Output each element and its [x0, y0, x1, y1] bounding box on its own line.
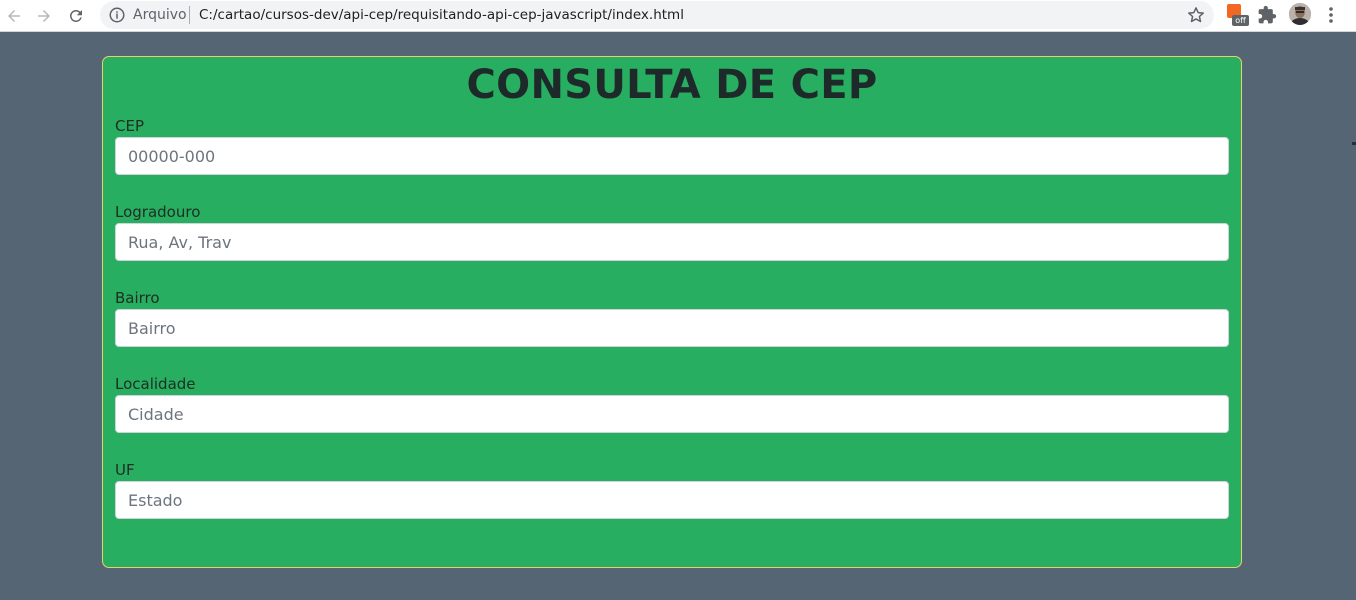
extension-badge: off: [1232, 15, 1249, 26]
info-icon[interactable]: [108, 6, 126, 24]
reload-icon: [69, 9, 82, 22]
star-icon[interactable]: [1186, 5, 1206, 25]
extension-icon[interactable]: off: [1227, 4, 1249, 26]
uf-input[interactable]: [115, 481, 1229, 519]
forward-icon: [38, 10, 50, 22]
forward-button[interactable]: [31, 3, 57, 29]
address-bar[interactable]: Arquivo C:/cartao/cursos-dev/api-cep/req…: [100, 1, 1214, 29]
back-icon: [8, 10, 20, 22]
avatar-image: [1289, 3, 1311, 25]
bairro-label: Bairro: [115, 289, 160, 307]
menu-icon[interactable]: [1322, 5, 1340, 25]
cep-label: CEP: [115, 117, 144, 135]
back-button[interactable]: [1, 3, 27, 29]
localidade-label: Localidade: [115, 375, 196, 393]
cep-form-card: CONSULTA DE CEP CEP Logradouro Bairro Lo…: [102, 56, 1242, 568]
logradouro-label: Logradouro: [115, 203, 201, 221]
scrollbar-mark: [1352, 142, 1356, 145]
page-title: CONSULTA DE CEP: [466, 62, 878, 108]
reload-button[interactable]: [63, 3, 89, 29]
omnibox-separator: [189, 6, 190, 24]
url-text[interactable]: C:/cartao/cursos-dev/api-cep/requisitand…: [199, 7, 684, 23]
cep-input[interactable]: [115, 137, 1229, 175]
bairro-input[interactable]: [115, 309, 1229, 347]
uf-label: UF: [115, 461, 135, 479]
browser-toolbar: Arquivo C:/cartao/cursos-dev/api-cep/req…: [0, 0, 1356, 32]
puzzle-icon[interactable]: [1257, 5, 1277, 25]
logradouro-input[interactable]: [115, 223, 1229, 261]
profile-avatar[interactable]: [1289, 3, 1311, 25]
origin-label: Arquivo: [133, 7, 187, 23]
localidade-input[interactable]: [115, 395, 1229, 433]
